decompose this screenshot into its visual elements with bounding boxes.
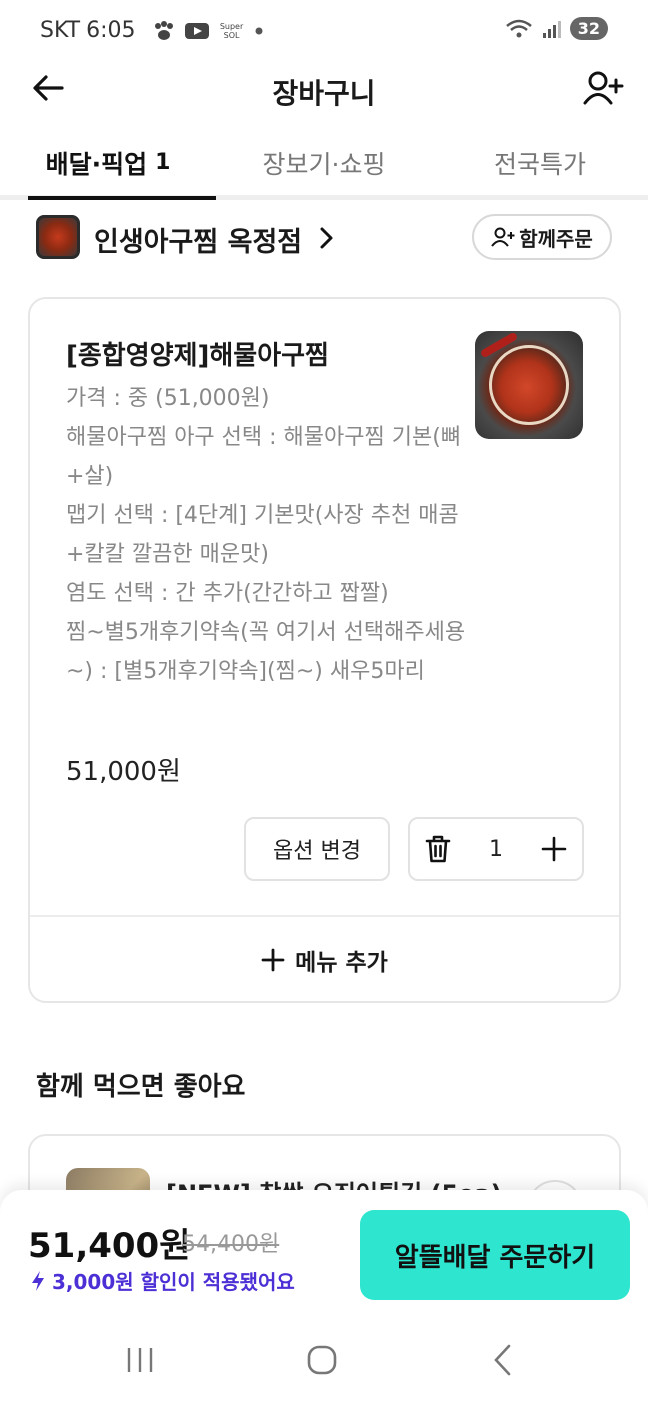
plus-icon[interactable] bbox=[540, 835, 568, 863]
store-name[interactable]: 인생아구찜 옥정점 bbox=[94, 220, 302, 259]
tab-delivery-pickup[interactable]: 배달·픽업 1 bbox=[0, 130, 216, 200]
cart-item-card: [종합영양제]해물아구찜 가격 : 중 (51,000원) 해물아구찜 아구 선… bbox=[28, 297, 621, 1003]
plus-icon bbox=[261, 948, 285, 972]
clock: 6:05 bbox=[86, 18, 136, 43]
option-line: 가격 : 중 (51,000원) bbox=[66, 386, 270, 411]
status-left: SKT 6:05 Super SOL bbox=[40, 18, 264, 43]
quantity-value: 1 bbox=[489, 836, 503, 862]
battery-badge: 32 bbox=[569, 17, 608, 40]
order-button[interactable]: 알뜰배달 주문하기 bbox=[360, 1210, 630, 1300]
wifi-icon bbox=[505, 19, 532, 37]
notification-icons: Super SOL bbox=[152, 20, 264, 42]
total-price: 51,400원 bbox=[28, 1226, 191, 1266]
together-order-label: 함께주문 bbox=[519, 226, 593, 251]
system-nav-bar bbox=[0, 1318, 648, 1404]
recent-apps-icon[interactable] bbox=[120, 1340, 160, 1380]
original-price: 54,400원 bbox=[182, 1232, 280, 1257]
tab-label: 전국특가 bbox=[493, 149, 586, 179]
together-order-button[interactable]: 함께주문 bbox=[472, 214, 612, 260]
add-menu-button[interactable]: 메뉴 추가 bbox=[30, 917, 619, 1003]
item-price: 51,000원 bbox=[66, 757, 181, 787]
add-person-icon[interactable] bbox=[582, 70, 624, 106]
tab-bar: 배달·픽업 1 장보기·쇼핑 전국특가 bbox=[0, 130, 648, 200]
youtube-icon bbox=[184, 22, 209, 39]
recommend-section-title: 함께 먹으면 좋아요 bbox=[36, 1072, 246, 1102]
option-line: 찜~별5개후기약속(꼭 여기서 선택해주세용~) : [별5개후기약속](찜~)… bbox=[66, 620, 466, 684]
order-summary-bar: 51,400원 54,400원 3,000원 할인이 적용됐어요 알뜰배달 주문… bbox=[0, 1190, 648, 1318]
option-line: 맵기 선택 : [4단계] 기본맛(사장 추천 매콤+칼칼 깔끔한 매운맛) bbox=[66, 503, 459, 567]
option-line: 해물아구찜 아구 선택 : 해물아구찜 기본(뼈+살) bbox=[66, 425, 462, 489]
trash-icon[interactable] bbox=[424, 834, 452, 864]
status-right: 32 bbox=[504, 17, 608, 40]
tab-nationwide-deals[interactable]: 전국특가 bbox=[432, 130, 648, 195]
discount-notice: 3,000원 할인이 적용됐어요 bbox=[30, 1266, 295, 1295]
plate-decoration bbox=[489, 345, 569, 425]
tab-grocery-shopping[interactable]: 장보기·쇼핑 bbox=[216, 130, 432, 195]
chevron-right-icon[interactable] bbox=[318, 226, 334, 250]
status-bar: SKT 6:05 Super SOL 32 bbox=[0, 0, 648, 62]
quantity-stepper: 1 bbox=[408, 817, 584, 881]
add-person-icon bbox=[491, 227, 515, 247]
dot-icon bbox=[255, 27, 263, 34]
store-thumbnail[interactable] bbox=[36, 215, 80, 259]
back-nav-icon[interactable] bbox=[484, 1340, 524, 1380]
page-title: 장바구니 bbox=[272, 77, 376, 110]
carrier-label: SKT bbox=[40, 18, 81, 43]
paw-icon bbox=[154, 20, 173, 40]
add-menu-label: 메뉴 추가 bbox=[295, 950, 388, 976]
item-thumbnail bbox=[475, 331, 583, 439]
tab-label: 장보기·쇼핑 bbox=[262, 149, 386, 179]
tab-label: 배달·픽업 bbox=[45, 149, 148, 179]
tab-count-badge: 1 bbox=[155, 150, 171, 175]
store-row: 인생아구찜 옥정점 함께주문 bbox=[0, 212, 648, 264]
option-change-button[interactable]: 옵션 변경 bbox=[244, 817, 390, 881]
discount-text: 3,000원 할인이 적용됐어요 bbox=[52, 1270, 295, 1294]
option-line: 염도 선택 : 간 추가(간간하고 짭짤) bbox=[66, 581, 389, 606]
item-name: [종합영양제]해물아구찜 bbox=[66, 341, 329, 371]
signal-icon bbox=[542, 20, 561, 38]
item-options: 가격 : 중 (51,000원) 해물아구찜 아구 선택 : 해물아구찜 기본(… bbox=[66, 379, 466, 691]
app-header: 장바구니 bbox=[0, 62, 648, 122]
super-sol-icon: Super SOL bbox=[219, 21, 244, 40]
lightning-icon bbox=[32, 1270, 44, 1291]
home-icon[interactable] bbox=[302, 1340, 342, 1380]
